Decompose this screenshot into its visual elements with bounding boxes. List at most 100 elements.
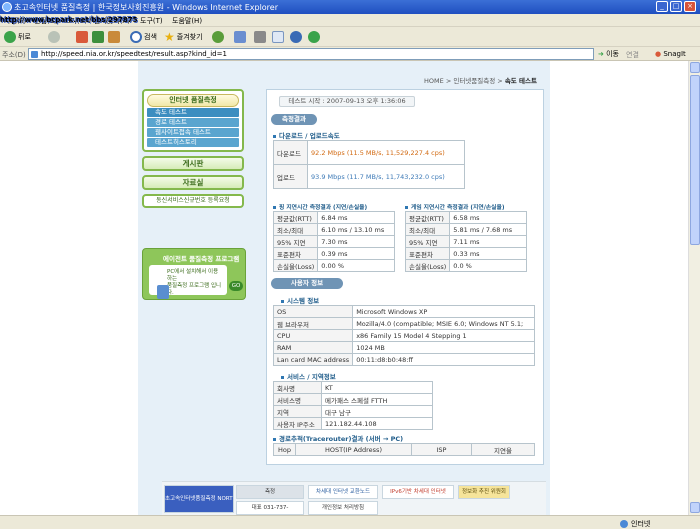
nav-item-history[interactable]: 테스트히스토리 — [147, 138, 239, 147]
ping-title: 핑 지연시간 측정결과 (지연/손실율) — [273, 202, 367, 211]
nav-item-website-test[interactable]: 웹사이트접속 테스트 — [147, 128, 239, 137]
row-value: 0.00 % — [317, 259, 395, 272]
row-label: 서비스명 — [273, 393, 322, 406]
section-user-header: 사용자 정보 — [271, 278, 343, 289]
table-row: 최소/최대 6.10 ms / 13.10 ms — [272, 223, 395, 236]
section-result-header: 측정결과 — [271, 114, 317, 125]
stop-button[interactable] — [76, 30, 88, 44]
download-value: 92.2 Mbps (11.5 MB/s, 11,529,227.4 cps) — [307, 140, 465, 165]
security-zone: 인터넷 — [620, 519, 650, 529]
page-viewport: HOME > 인터넷품질측정 > 속도 테스트 인터넷 품질측정 속도 테스트 … — [0, 61, 688, 515]
search-button[interactable]: 검색 — [130, 30, 157, 44]
nav-item-route-test[interactable]: 경로 테스트 — [147, 118, 239, 127]
test-start-time: 테스트 시작 : 2007-09-13 오후 1:36:06 — [279, 96, 415, 107]
footer-banner-measure[interactable]: 측정 — [236, 485, 304, 499]
result-panel: 테스트 시작 : 2007-09-13 오후 1:36:06 측정결과 다운로드… — [266, 89, 544, 465]
menu-help[interactable]: 도움말(H) — [172, 16, 202, 26]
forward-button[interactable] — [48, 30, 60, 44]
window-title: 초고속인터넷 품질측정 | 한국정보사회진흥원 - Windows Intern… — [14, 3, 279, 12]
refresh-icon — [92, 31, 104, 43]
row-value: 7.30 ms — [317, 235, 395, 248]
forward-arrow-icon — [48, 31, 60, 43]
nav-board[interactable]: 게시판 — [142, 156, 244, 171]
scroll-thumb[interactable] — [690, 75, 700, 245]
gate-table: 평균값(RTT) 6.58 ms 최소/최대 5.81 ms / 7.68 ms 95%… — [404, 211, 527, 272]
nav-archive[interactable]: 자료실 — [142, 175, 244, 190]
breadcrumb-section[interactable]: 인터넷품질측정 — [453, 77, 495, 85]
traceroute-title: 경로추적(Tracerouter)결과 (서버 → PC) — [273, 433, 403, 443]
close-button[interactable]: × — [684, 1, 696, 12]
snagit-button[interactable]: ● SnagIt — [655, 50, 686, 58]
table-row: RAM 1024 MB — [272, 341, 535, 354]
nav-header-quality[interactable]: 인터넷 품질측정 — [147, 94, 239, 107]
table-row: 사용자 IP주소 121.182.44.108 — [273, 417, 433, 430]
row-label: 웹 브라우저 — [272, 317, 354, 330]
messenger-button[interactable] — [308, 30, 320, 44]
nav-item-speed-test[interactable]: 속도 테스트 — [147, 108, 239, 117]
scroll-up-arrow-icon[interactable] — [690, 62, 700, 73]
scroll-down-arrow-icon[interactable] — [690, 502, 700, 513]
promo-go-button[interactable]: GO — [229, 281, 243, 291]
row-label: CPU — [272, 329, 354, 342]
status-bar: 인터넷 — [0, 515, 700, 529]
links-button[interactable]: 연결 — [626, 50, 639, 60]
print-icon — [254, 31, 266, 43]
footer: 초고속인터넷품질측정 NORTH 측정 대표 031-737- 차세대 인터넷 … — [162, 481, 546, 515]
gate-title: 게임 지연시간 측정결과 (지연/손실율) — [405, 202, 504, 211]
footer-banner-exchange[interactable]: 차세대 인터넷 교환노드 — [308, 485, 378, 499]
messenger-icon — [308, 31, 320, 43]
row-value: KT — [321, 381, 433, 394]
row-label: 평균값(RTT) — [404, 211, 451, 224]
stop-icon — [76, 31, 88, 43]
mail-icon — [234, 31, 246, 43]
menu-tools[interactable]: 도구(T) — [140, 16, 163, 26]
footer-privacy[interactable]: 개인정보 처리방침 — [308, 501, 378, 515]
back-button[interactable]: 뒤로 — [4, 30, 31, 44]
row-label: RAM — [272, 341, 354, 354]
minimize-button[interactable]: _ — [656, 1, 668, 12]
footer-banner-nia[interactable]: 초고속인터넷품질측정 NORTH — [164, 485, 234, 513]
maximize-button[interactable]: □ — [670, 1, 682, 12]
history-button[interactable] — [212, 30, 224, 44]
table-row: 지역 대구 남구 — [273, 405, 433, 418]
row-label: 최소/최대 — [272, 223, 319, 236]
vertical-scrollbar[interactable] — [688, 61, 700, 515]
trace-header-isp: ISP — [411, 443, 472, 456]
nav-signup-request[interactable]: 동신서비스신규번호 등록요청 — [142, 194, 244, 208]
breadcrumb-separator: > — [497, 77, 503, 85]
go-arrow-icon: ➜ — [598, 50, 604, 58]
computer-icon — [157, 285, 169, 299]
refresh-button[interactable] — [92, 30, 104, 44]
discuss-button[interactable] — [290, 30, 302, 44]
footer-banner-ipv6[interactable]: IPv6기반 차세대 인터넷 — [382, 485, 454, 499]
promo-desc-line-1: PC에서 설치해서 이용하는 — [167, 269, 219, 282]
promo-title: 에이전트 품질측정 프로그램 — [163, 255, 240, 263]
edit-button[interactable] — [272, 30, 284, 44]
promo-description: PC에서 설치해서 이용하는 품질측정 프로그램 입니다. — [149, 265, 227, 299]
service-info-title: 서비스 / 지역정보 — [281, 371, 336, 381]
traceroute-table: Hop HOST(IP Address) ISP 지연율 — [273, 443, 535, 456]
star-icon: ★ — [164, 30, 175, 44]
row-value: 6.84 ms — [317, 211, 395, 224]
row-value: 0.33 ms — [449, 247, 527, 260]
footer-banner-committee[interactable]: 정보화 추진 위원회 — [458, 485, 510, 499]
go-button[interactable]: ➜ 이동 — [598, 49, 619, 59]
breadcrumb-current: 속도 테스트 — [504, 77, 537, 85]
row-label: 평균값(RTT) — [272, 211, 319, 224]
trace-header-hop: Hop — [273, 443, 296, 456]
row-label: Lan card MAC address — [272, 353, 354, 366]
footer-phone: 대표 031-737- — [236, 501, 304, 515]
row-label: OS — [272, 305, 354, 318]
trace-header-loss: 지연율 — [471, 443, 535, 456]
agent-promo-banner[interactable]: 에이전트 품질측정 프로그램 PC에서 설치해서 이용하는 품질측정 프로그램 … — [142, 248, 246, 300]
print-button[interactable] — [254, 30, 266, 44]
dl-ul-title: 다운로드 / 업로드속도 — [273, 130, 340, 140]
address-input[interactable]: http://speed.nia.or.kr/speedtest/result.… — [28, 48, 594, 60]
row-value: 0.0 % — [449, 259, 527, 272]
home-button[interactable] — [108, 30, 120, 44]
favorites-button[interactable]: ★ 즐겨찾기 — [164, 30, 203, 44]
table-row: 서비스명 메가패스 스페셜 FTTH — [273, 393, 433, 406]
breadcrumb-home[interactable]: HOME — [424, 77, 444, 85]
row-label: 손실율(Loss) — [272, 259, 319, 272]
mail-button[interactable] — [234, 30, 246, 44]
